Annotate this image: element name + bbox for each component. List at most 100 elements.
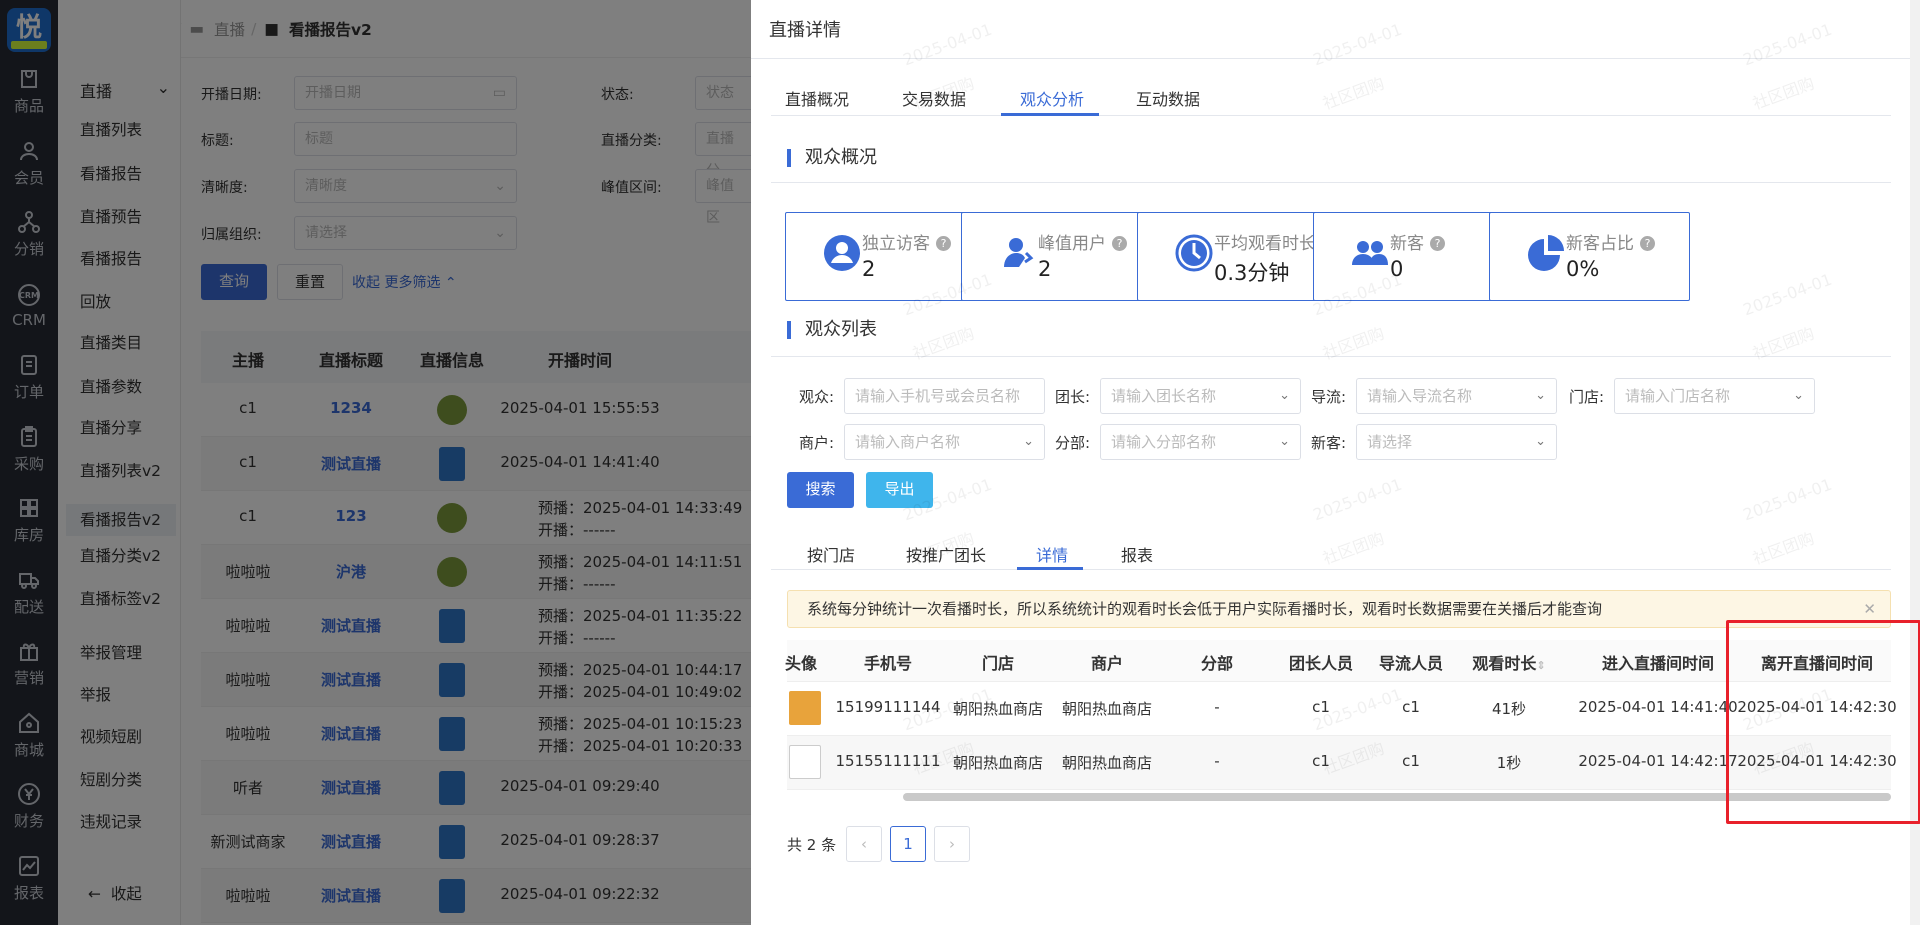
- watermark: 2025-04-01: [1740, 19, 1835, 70]
- cell-phone: 15155111111: [835, 752, 941, 770]
- stat-label-text: 独立访客: [862, 234, 930, 254]
- subtab-detail[interactable]: 详情: [1036, 542, 1068, 566]
- watermark: 社区团购: [1320, 323, 1387, 364]
- leader-label: 团长:: [1055, 388, 1091, 406]
- watermark: 社区团购: [1750, 323, 1817, 364]
- stat-card: 新客占比? 0%: [1489, 212, 1690, 301]
- chevron-down-icon: ⌄: [1023, 434, 1034, 449]
- viewer-label: 观众:: [799, 388, 835, 406]
- highlight-box: [1726, 620, 1920, 824]
- cell-duration: 41秒: [1491, 700, 1527, 718]
- modal-backdrop[interactable]: [0, 0, 751, 925]
- cell-phone: 15199111144: [835, 698, 941, 716]
- cell-leader: c1: [1312, 698, 1330, 716]
- new-customer-select[interactable]: 请选择 ⌄: [1356, 424, 1557, 460]
- cell-leader: c1: [1312, 752, 1330, 770]
- avatar: [789, 691, 821, 725]
- tab-audience-analysis[interactable]: 观众分析: [1020, 86, 1084, 110]
- audience-overview-title: 观众概况: [787, 149, 877, 167]
- store-label: 门店:: [1569, 388, 1605, 406]
- chevron-down-icon: ⌄: [1279, 434, 1290, 449]
- leader-select[interactable]: 请输入团长名称 ⌄: [1100, 378, 1301, 414]
- branch-select[interactable]: 请输入分部名称 ⌄: [1100, 424, 1301, 460]
- branch-label: 分部:: [1055, 434, 1091, 452]
- col-enter-time: 进入直播间时间: [1601, 654, 1715, 673]
- sort-icon[interactable]: ⇕: [1536, 659, 1545, 672]
- cell-duration: 1秒: [1496, 754, 1522, 772]
- col-avatar: 头像: [784, 654, 818, 673]
- stat-value: 2: [1038, 257, 1052, 281]
- help-icon[interactable]: ?: [1640, 236, 1655, 251]
- watermark: 2025-04-01: [1740, 269, 1835, 320]
- drawer-title: 直播详情: [769, 20, 841, 41]
- watermark: 社区团购: [910, 323, 977, 364]
- col-guide: 导流人员: [1378, 654, 1444, 673]
- help-icon[interactable]: ?: [1112, 236, 1127, 251]
- cell-guide: c1: [1402, 752, 1420, 770]
- merchant-label: 商户:: [799, 434, 835, 452]
- chevron-down-icon: ⌄: [1793, 388, 1804, 403]
- stat-value: 0%: [1566, 257, 1600, 281]
- col-phone: 手机号: [863, 654, 913, 673]
- stat-value: 2: [862, 257, 876, 281]
- stat-label-text: 新客占比: [1566, 234, 1634, 254]
- pager-next[interactable]: ›: [934, 826, 970, 862]
- detail-subtabs: 按门店 按推广团长 详情 报表: [771, 534, 1891, 570]
- cell-store: 朝阳热血商店: [952, 700, 1044, 718]
- subtab-report[interactable]: 报表: [1121, 542, 1153, 566]
- chevron-down-icon: ⌄: [1535, 388, 1546, 403]
- cell-merchant: 朝阳热血商店: [1061, 700, 1153, 718]
- guide-select[interactable]: 请输入导流名称 ⌄: [1356, 378, 1557, 414]
- peak-user-icon: [998, 233, 1038, 273]
- pager-page-1[interactable]: 1: [890, 826, 926, 862]
- visitor-icon: [822, 233, 862, 273]
- guide-label: 导流:: [1311, 388, 1347, 406]
- cell-guide: c1: [1402, 698, 1420, 716]
- cell-merchant: 朝阳热血商店: [1061, 754, 1153, 772]
- col-leader: 团长人员: [1288, 654, 1354, 673]
- chevron-down-icon: ⌄: [1279, 388, 1290, 403]
- pager-prev[interactable]: ‹: [846, 826, 882, 862]
- stat-card: 峰值用户? 2: [961, 212, 1162, 301]
- subtab-by-leader[interactable]: 按推广团长: [906, 542, 986, 566]
- viewer-input[interactable]: 请输入手机号或会员名称: [844, 378, 1045, 414]
- stat-card: 新客? 0: [1313, 212, 1514, 301]
- cell-branch: -: [1214, 698, 1220, 716]
- store-select[interactable]: 请输入门店名称 ⌄: [1614, 378, 1815, 414]
- subtab-by-store[interactable]: 按门店: [807, 542, 855, 566]
- stat-label: 峰值用户?: [1038, 229, 1127, 254]
- group-icon: [1350, 233, 1390, 273]
- col-merchant: 商户: [1090, 654, 1124, 673]
- cell-enter: 2025-04-01 14:42:17: [1578, 752, 1738, 770]
- pager-total: 共 2 条: [787, 836, 837, 854]
- stat-card: 平均观看时长?0.3分钟: [1137, 212, 1338, 301]
- new-customer-label: 新客:: [1311, 434, 1347, 452]
- chevron-down-icon: ⌄: [1535, 434, 1546, 449]
- stat-value: 0.3分钟: [1214, 261, 1290, 285]
- stat-label-text: 峰值用户: [1038, 234, 1106, 254]
- tab-live-overview[interactable]: 直播概况: [785, 86, 849, 110]
- audience-list-title: 观众列表: [787, 321, 877, 339]
- watermark: 2025-04-01: [1310, 19, 1405, 70]
- search-button[interactable]: 搜索: [787, 472, 854, 508]
- export-button[interactable]: 导出: [866, 472, 933, 508]
- stat-label-text: 新客: [1390, 234, 1424, 254]
- col-branch: 分部: [1200, 654, 1234, 673]
- col-duration[interactable]: 观看时长⇕: [1472, 650, 1545, 674]
- stat-label-text: 平均观看时长: [1214, 234, 1316, 254]
- stat-card: 独立访客? 2: [785, 212, 986, 301]
- stat-label: 独立访客?: [862, 229, 951, 254]
- tab-trade-data[interactable]: 交易数据: [902, 86, 966, 110]
- col-store: 门店: [981, 654, 1015, 673]
- avatar: [789, 745, 821, 779]
- cell-enter: 2025-04-01 14:41:40: [1578, 698, 1738, 716]
- help-icon[interactable]: ?: [1430, 236, 1445, 251]
- stat-value: 0: [1390, 257, 1404, 281]
- pie-icon: [1526, 233, 1566, 273]
- watermark: 2025-04-01: [1310, 474, 1405, 525]
- stat-label: 新客占比?: [1566, 229, 1655, 254]
- tab-interaction-data[interactable]: 互动数据: [1136, 86, 1200, 110]
- help-icon[interactable]: ?: [936, 236, 951, 251]
- watermark: 2025-04-01: [900, 19, 995, 70]
- merchant-select[interactable]: 请输入商户名称 ⌄: [844, 424, 1045, 460]
